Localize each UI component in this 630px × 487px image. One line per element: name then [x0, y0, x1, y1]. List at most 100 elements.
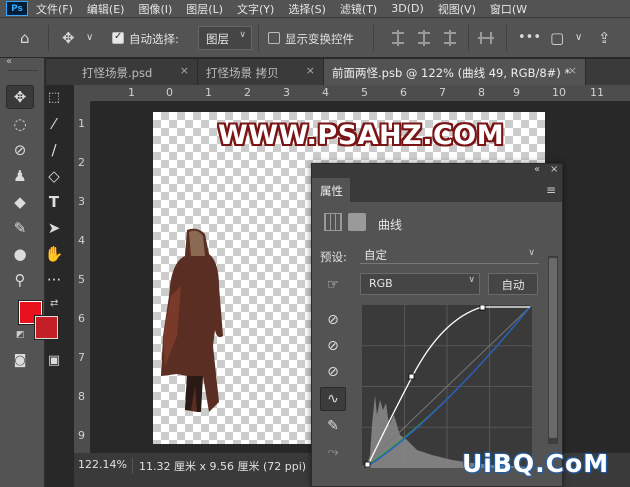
gray-point-eyedropper-icon[interactable]: ⊘ — [320, 334, 346, 358]
ruler-number: 9 — [513, 86, 520, 99]
on-image-adjust-icon[interactable]: ☞ — [320, 273, 346, 297]
close-icon[interactable]: × — [180, 64, 189, 77]
vertical-ruler[interactable]: 1 2 3 4 5 6 7 8 9 — [74, 102, 91, 453]
collapse-panel-icon[interactable]: « — [534, 164, 540, 175]
menu-select[interactable]: 选择(S) — [288, 1, 326, 17]
align-right-icon[interactable] — [444, 30, 456, 46]
scrollbar-thumb[interactable] — [549, 258, 557, 438]
curves-adjustment-icon — [324, 213, 342, 231]
tab-document-2[interactable]: 打怪场景 拷贝 × — [198, 59, 324, 85]
ruler-number: 7 — [439, 86, 446, 99]
brush-tool-icon[interactable]: ∕ — [40, 138, 68, 162]
move-tool-icon[interactable]: ✥ — [6, 85, 34, 109]
chevron-down-icon[interactable]: ∨ — [575, 32, 582, 43]
chevron-down-icon[interactable]: ∨ — [86, 32, 93, 43]
default-colors-icon[interactable]: ◩ — [16, 330, 25, 340]
magic-wand-icon[interactable]: ⁄ — [40, 112, 68, 136]
menu-edit[interactable]: 编辑(E) — [87, 1, 125, 17]
hand-tool-icon[interactable]: ✋ — [40, 242, 68, 266]
close-icon[interactable]: × — [568, 64, 577, 77]
pen-tool-icon[interactable]: ✎ — [6, 216, 34, 240]
adjustment-name: 曲线 — [378, 218, 403, 232]
move-tool-icon[interactable]: ✥ — [62, 29, 75, 47]
eyedropper-tool-icon[interactable]: ⊘ — [6, 138, 34, 162]
paint-bucket-icon[interactable]: ◆ — [6, 190, 34, 214]
preset-label: 预设: — [320, 250, 347, 264]
preset-select[interactable]: 自定 ∨ — [360, 247, 539, 264]
layer-mask-icon[interactable] — [348, 213, 366, 231]
ruler-number: 7 — [78, 351, 85, 364]
tab-document-1[interactable]: 打怪场景.psd × — [74, 59, 198, 85]
zoom-level[interactable]: 122.14% — [78, 458, 127, 471]
options-bar: ⌂ ✥ ∨ 自动选择: 图层 ∨ 显示变换控件 ••• ▢ ∨ ⇪ — [0, 17, 630, 58]
screen-mode-icon[interactable]: ▣ — [40, 348, 68, 372]
zoom-tool-icon[interactable]: ⚲ — [6, 268, 34, 292]
ruler-number: 6 — [400, 86, 407, 99]
share-icon[interactable]: ⇪ — [598, 29, 611, 47]
curve-edit-icon[interactable]: ∿ — [320, 387, 346, 411]
photoshop-logo: Ps — [6, 1, 28, 16]
collapse-icon[interactable]: « — [6, 56, 12, 67]
ruler-number: 11 — [590, 86, 604, 99]
channel-value: RGB — [369, 277, 393, 290]
distribute-icon[interactable] — [480, 32, 492, 44]
ruler-number: 3 — [283, 86, 290, 99]
tab-label: 前面两怪.psb @ 122% (曲线 49, RGB/8#) * — [332, 66, 571, 80]
close-icon[interactable]: × — [306, 64, 315, 77]
pencil-draw-icon[interactable]: ✎ — [320, 414, 346, 438]
more-tools-icon[interactable]: ··· — [40, 268, 68, 292]
background-color-swatch[interactable] — [34, 315, 59, 340]
smooth-curve-icon[interactable]: ⤳ — [320, 440, 346, 464]
horizontal-ruler[interactable]: 1 0 1 2 3 4 5 6 7 8 9 10 11 — [74, 85, 630, 102]
align-center-icon[interactable] — [418, 30, 430, 46]
menu-window[interactable]: 窗口(W — [490, 1, 527, 17]
tools-panel: « ✥ ⬚ ◌ ⁄ ⊘ ∕ ♟ ◇ ◆ T ✎ ➤ ● ✋ ⚲ ··· ⇄ ◩ … — [0, 56, 63, 487]
marquee-tool-icon[interactable]: ⬚ — [40, 85, 68, 109]
close-icon[interactable]: × — [550, 164, 558, 175]
eraser-tool-icon[interactable]: ◇ — [40, 164, 68, 188]
path-select-icon[interactable]: ➤ — [40, 216, 68, 240]
preset-value: 自定 — [364, 248, 387, 262]
auto-select-checkbox[interactable] — [112, 31, 124, 44]
divider — [8, 70, 38, 71]
channel-select[interactable]: RGB ∨ — [360, 273, 480, 295]
ruler-number: 9 — [78, 429, 85, 442]
show-transform-checkbox[interactable] — [268, 32, 280, 44]
ruler-number: 0 — [166, 86, 173, 99]
ellipse-tool-icon[interactable]: ● — [6, 242, 34, 266]
zombie-figure-image — [161, 228, 223, 412]
divider — [468, 25, 469, 51]
document-size-info[interactable]: 11.32 厘米 x 9.56 厘米 (72 ppi) — [132, 458, 306, 474]
white-point-eyedropper-icon[interactable]: ⊘ — [320, 360, 346, 384]
stamp-tool-icon[interactable]: ♟ — [6, 164, 34, 188]
menu-bar: Ps 文件(F) 编辑(E) 图像(I) 图层(L) 文字(Y) 选择(S) 滤… — [0, 0, 630, 17]
menu-image[interactable]: 图像(I) — [138, 1, 172, 17]
black-point-eyedropper-icon[interactable]: ⊘ — [320, 308, 346, 332]
tab-document-active[interactable]: 前面两怪.psb @ 122% (曲线 49, RGB/8#) * × — [324, 59, 586, 85]
menu-filter[interactable]: 滤镜(T) — [340, 1, 377, 17]
lasso-tool-icon[interactable]: ◌ — [6, 112, 34, 136]
menu-file[interactable]: 文件(F) — [36, 1, 73, 17]
type-tool-icon[interactable]: T — [40, 190, 68, 214]
menu-layer[interactable]: 图层(L) — [186, 1, 223, 17]
home-icon[interactable]: ⌂ — [20, 29, 30, 47]
panel-menu-icon[interactable]: ≡ — [546, 183, 556, 197]
more-options-icon[interactable]: ••• — [518, 30, 541, 45]
menu-3d[interactable]: 3D(D) — [391, 2, 424, 15]
align-left-icon[interactable] — [392, 30, 404, 46]
ruler-corner — [74, 85, 91, 102]
panel-scrollbar[interactable] — [548, 256, 558, 444]
curves-graph[interactable] — [362, 305, 532, 468]
menu-type[interactable]: 文字(Y) — [237, 1, 274, 17]
tab-properties[interactable]: 属性 — [312, 178, 350, 202]
tab-label: 打怪场景.psd — [82, 66, 153, 80]
swap-colors-icon[interactable]: ⇄ — [50, 298, 58, 309]
menu-view[interactable]: 视图(V) — [438, 1, 476, 17]
quick-mask-icon[interactable]: ◙ — [6, 348, 34, 372]
ruler-number: 1 — [128, 86, 135, 99]
ruler-number: 3 — [78, 195, 85, 208]
3d-mode-icon[interactable]: ▢ — [550, 29, 564, 47]
auto-button[interactable]: 自动 — [488, 273, 538, 295]
ruler-number: 5 — [78, 273, 85, 286]
layer-target-select[interactable]: 图层 ∨ — [198, 26, 252, 50]
